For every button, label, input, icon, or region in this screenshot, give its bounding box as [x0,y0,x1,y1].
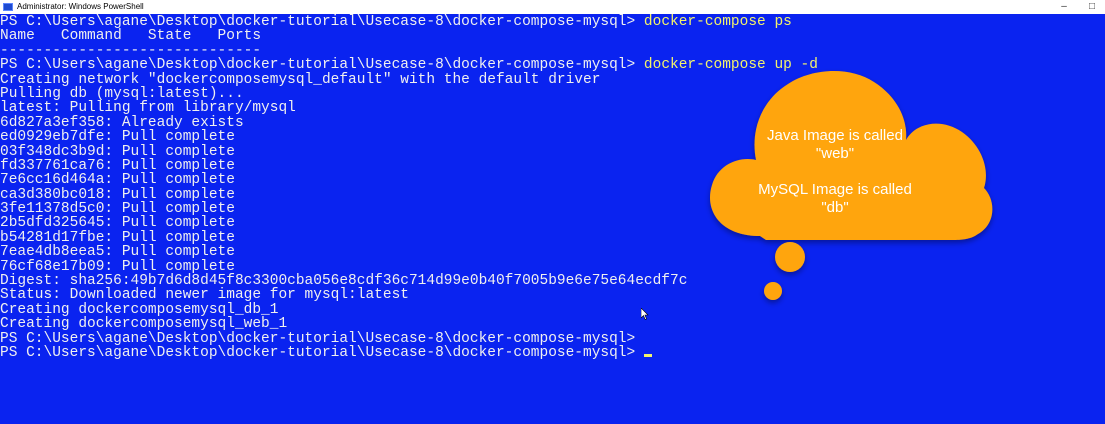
callout-mysql-line2: "db" [821,199,849,216]
powershell-window: Administrator: Windows PowerShell – □ PS… [0,0,1105,424]
minimize-button[interactable]: – [1050,0,1078,14]
console-command [635,345,644,361]
mouse-pointer-icon [641,308,649,320]
powershell-icon [3,3,13,11]
console-prompt: PS C:\Users\agane\Desktop\docker-tutoria… [0,344,636,361]
console-line: PS C:\Users\agane\Desktop\docker-tutoria… [0,331,1105,346]
thought-bubble-large [775,242,805,272]
maximize-button[interactable]: □ [1078,0,1105,14]
console-line: Name Command State Ports [0,29,1105,44]
callout-java-text: Java Image is called "web" [735,127,935,163]
callout-java-line1: Java Image is called [767,127,903,144]
title-bar: Administrator: Windows PowerShell – □ [0,0,1105,14]
console-command: docker-compose ps [635,14,792,30]
console-line: PS C:\Users\agane\Desktop\docker-tutoria… [0,346,1105,360]
console-line: PS C:\Users\agane\Desktop\docker-tutoria… [0,14,1105,30]
thought-bubble-small [764,282,782,300]
text-cursor [643,353,652,357]
window-title: Administrator: Windows PowerShell [17,2,144,11]
console-line: ------------------------------ [0,44,1105,59]
callout-java-line2: "web" [815,145,855,162]
console-line: Creating dockercomposemysql_web_1 [0,317,1105,332]
callout-mysql-line1: MySQL Image is called [758,181,912,198]
callout-mysql-text: MySQL Image is called "db" [735,181,935,217]
